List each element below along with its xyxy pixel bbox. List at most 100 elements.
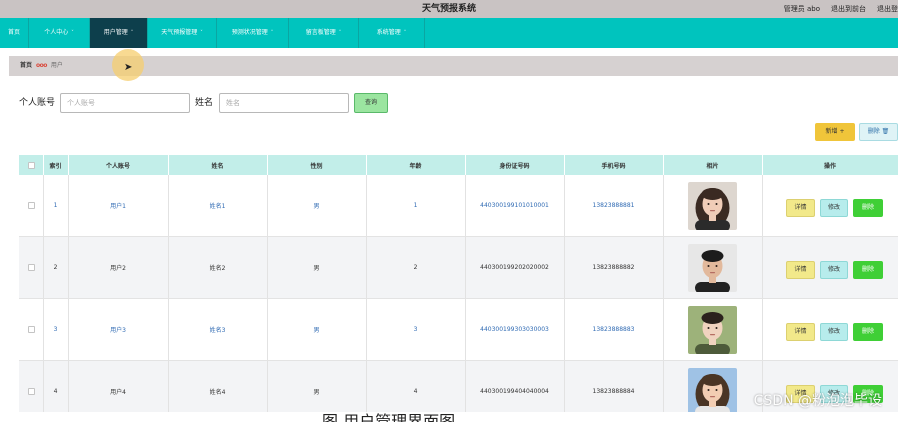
table-row: 2 用户2 姓名2 男 2 440300199202020002 13823888882 详情… [19,237,898,299]
cell-account: 用户1 [110,203,126,210]
nav-item-label: 留言板管理 [305,29,336,36]
delete-button[interactable]: 删除 [853,323,883,341]
breadcrumb-separator: ooo [36,62,47,69]
edit-button[interactable]: 修改 [820,199,848,217]
name-search-label: 姓名 [195,98,214,108]
top-header-bar: 天气预报系统 管理员 abo 退出到前台 退出登 [0,0,898,18]
batch-delete-button[interactable]: 删除 🗑 [859,123,898,141]
chevron-down-icon: ˅ [270,30,274,36]
table-body: 1 用户1 姓名1 男 1 440300199101010001 13823888881 详情… [19,175,898,422]
chevron-down-icon: ˅ [71,30,74,36]
cell-age: 1 [413,202,418,209]
nav-item-label: 天气预报管理 [161,29,198,36]
chevron-down-icon: ˅ [200,30,203,36]
cell-index: 1 [53,202,58,209]
nav-item-4[interactable]: 预测状况管理 ˅ [217,18,289,48]
row-select-cell [19,299,43,360]
table-header: 索引 个人账号 姓名 性别 年龄 身份证号码 手机号码 相片 操作 [19,155,898,175]
row-checkbox[interactable] [27,326,35,333]
nav-item-2[interactable]: 用户管理 ˅ [90,18,148,48]
breadcrumb-home[interactable]: 首页 [20,62,32,69]
cell-account: 用户2 [110,265,126,272]
watermark: CSDN @粉泡泡毕设 [753,393,882,409]
row-checkbox[interactable] [27,388,35,395]
header-phone: 手机号码 [601,162,626,170]
nav-item-1[interactable]: 个人中心 ˅ [29,18,90,48]
nav-item-6[interactable]: 系统管理 ˅ [359,18,425,48]
delete-button[interactable]: 删除 [853,261,883,279]
nav-item-0[interactable]: 首页 [0,18,29,48]
row-checkbox[interactable] [27,202,35,209]
admin-label: 管理员 abo [783,5,820,13]
table-row: 3 用户3 姓名3 男 3 440300199303030003 13823888883 详情… [19,299,898,361]
main-navigation: 首页 个人中心 ˅ 用户管理 ˅ 天气预报管理 ˅ 预测状况管理 ˅ 留言板管理 ˅ 系统管理 ˅ [0,18,898,48]
header-index: 索引 [49,162,62,170]
cell-age: 2 [413,264,418,271]
nav-item-label: 预测状况管理 [231,29,268,36]
header-actions: 操作 [823,162,836,170]
cell-phone: 13823888883 [592,326,635,333]
detail-button[interactable]: 详情 [786,199,815,217]
cell-photo [663,175,762,236]
figure-caption-strip: 图 用户管理界面图 [0,412,898,422]
user-photo [688,243,737,292]
mouse-cursor-icon: ➤ [124,62,133,73]
column-divider [762,175,763,236]
cell-index: 2 [53,264,58,271]
table-row: 1 用户1 姓名1 男 1 440300199101010001 13823888881 详情… [19,175,898,237]
column-divider [762,299,763,360]
user-photo [688,181,737,230]
chevron-down-icon: ˅ [130,30,134,36]
select-all-checkbox[interactable] [27,161,35,169]
column-divider [762,237,763,298]
header-select-all-cell [19,155,43,175]
header-photo: 相片 [706,162,719,170]
nav-item-3[interactable]: 天气预报管理 ˅ [148,18,217,48]
delete-button[interactable]: 删除 [853,199,883,217]
logout-link[interactable]: 退出登 [877,0,898,18]
header-name: 姓名 [211,162,224,170]
cell-age: 3 [413,326,418,333]
user-photo [688,305,737,354]
cell-index: 3 [53,326,58,333]
nav-item-label: 首页 [7,29,20,36]
cell-id-card: 440300199202020002 [480,264,549,271]
query-button[interactable]: 查询 [354,93,388,113]
cell-phone: 13823888881 [592,202,635,209]
detail-button[interactable]: 详情 [786,323,815,341]
chevron-down-icon: ˅ [338,30,342,36]
back-to-frontend-link[interactable]: 退出到前台 [831,0,866,18]
cell-phone: 13823888882 [592,264,635,271]
header-account: 个人账号 [105,162,130,170]
row-checkbox[interactable] [27,264,35,271]
account-search-label: 个人账号 [19,98,56,108]
cell-id-card: 440300199101010001 [480,202,549,209]
header-gender: 性别 [310,162,323,170]
app-title: 天气预报系统 [421,4,476,14]
name-search-input[interactable] [219,93,349,113]
cell-name: 姓名2 [209,265,226,272]
nav-item-label: 用户管理 [103,29,128,36]
detail-button[interactable]: 详情 [786,261,815,279]
nav-item-label: 系统管理 [376,29,401,36]
edit-button[interactable]: 修改 [820,261,848,279]
cell-gender: 男 [313,327,320,334]
cell-gender: 男 [313,265,320,272]
header-id-card: 身份证号码 [499,162,530,170]
user-table: 索引 个人账号 姓名 性别 年龄 身份证号码 手机号码 相片 操作 1 用户1 姓名1 男 1 44030… [19,155,898,422]
cell-name: 姓名1 [209,203,226,210]
chevron-down-icon: ˅ [403,30,407,36]
nav-item-5[interactable]: 留言板管理 ˅ [289,18,359,48]
breadcrumb-current: 用户 [50,62,63,69]
cell-account: 用户3 [110,327,126,334]
add-button[interactable]: 新增 + [815,123,855,141]
cell-id-card: 440300199303030003 [480,326,549,333]
user-photo [688,367,737,416]
cell-photo [663,299,762,360]
header-age: 年龄 [409,162,422,170]
cell-photo [663,237,762,298]
edit-button[interactable]: 修改 [820,323,848,341]
figure-caption: 图 用户管理界面图 [322,412,456,422]
nav-item-label: 个人中心 [44,29,69,36]
account-search-input[interactable] [60,93,190,113]
